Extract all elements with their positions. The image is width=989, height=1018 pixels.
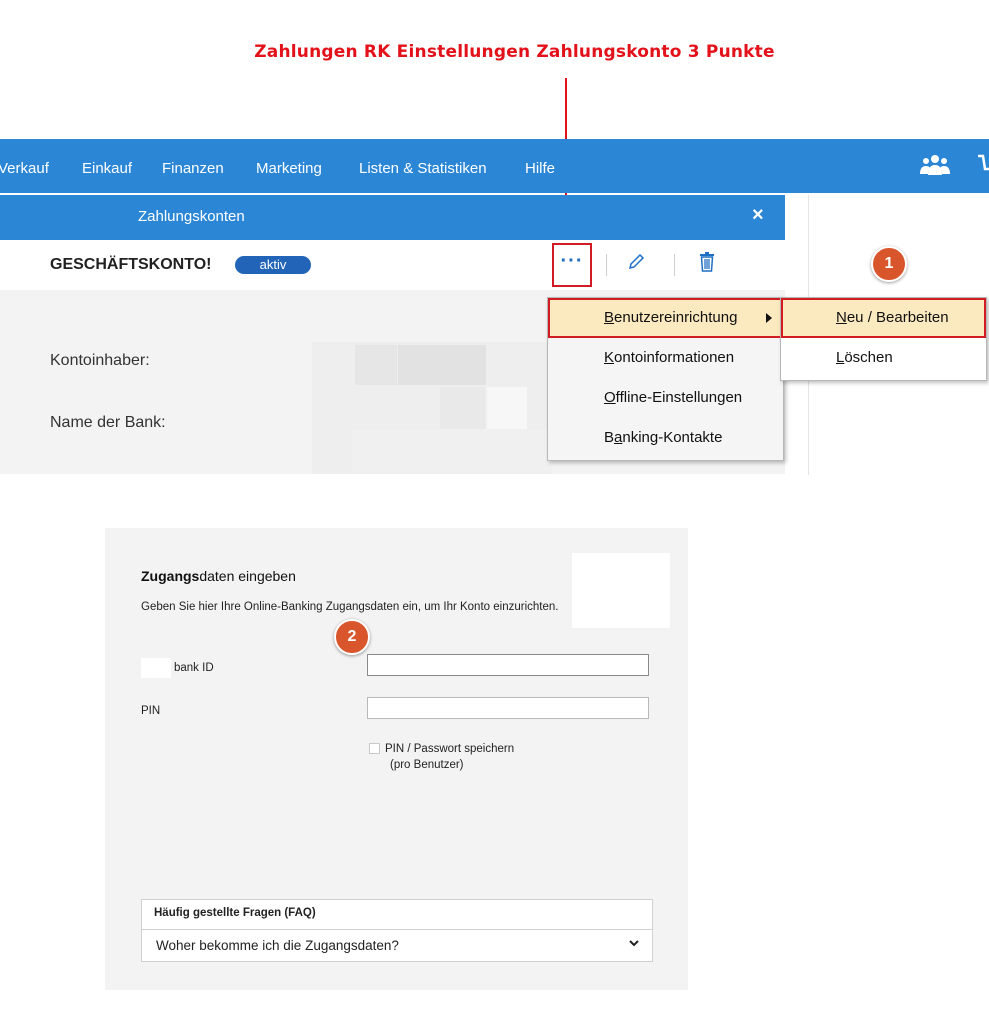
save-pin-label: PIN / Passwort speichern (pro Benutzer): [385, 743, 515, 771]
dialog-header: Zahlungskonten ×: [0, 195, 785, 240]
redacted-area: [141, 658, 171, 678]
pin-input[interactable]: [367, 697, 649, 719]
submenu-arrow-icon: [766, 313, 772, 323]
close-icon[interactable]: ×: [752, 204, 764, 227]
menu-item-offline-einstellungen[interactable]: Offline-Einstellungen: [548, 378, 783, 418]
faq-question[interactable]: Woher bekomme ich die Zugangsdaten?: [156, 938, 399, 953]
cart-icon[interactable]: [978, 153, 989, 177]
menu-item-benutzereinrichtung[interactable]: Benutzereinrichtung: [548, 298, 783, 338]
chevron-down-icon[interactable]: [628, 937, 640, 949]
login-panel: Zugangsdaten eingeben Geben Sie hier Ihr…: [105, 528, 688, 990]
nav-item-marketing[interactable]: Marketing: [256, 160, 322, 177]
step-2-badge: 2: [334, 619, 370, 655]
nav-item-einkauf[interactable]: Einkauf: [82, 160, 132, 177]
nav-item-finanzen[interactable]: Finanzen: [162, 160, 224, 177]
toolbar-divider: [674, 254, 675, 276]
login-header: Zugangsdaten eingeben: [141, 568, 296, 584]
redacted-area: [487, 387, 527, 429]
account-row: GESCHÄFTSKONTO! aktiv ···: [0, 240, 785, 290]
submenu-item-neu-bearbeiten[interactable]: Neu / Bearbeiten: [781, 298, 986, 338]
redacted-area: [352, 429, 552, 474]
owner-label: Kontoinhaber:: [50, 352, 150, 369]
faq-section: Häufig gestellte Fragen (FAQ) Woher beko…: [141, 899, 653, 962]
menu-item-banking-kontakte[interactable]: Banking-Kontakte: [548, 418, 783, 458]
save-pin-checkbox[interactable]: [369, 743, 380, 754]
redacted-area: [398, 345, 486, 385]
faq-title: Häufig gestellte Fragen (FAQ): [154, 907, 316, 919]
redacted-area: [355, 345, 397, 385]
nav-item-hilfe[interactable]: Hilfe: [525, 160, 555, 177]
faq-divider: [142, 929, 652, 930]
more-dots-icon: ···: [560, 250, 584, 272]
redacted-area: [440, 387, 485, 429]
people-icon[interactable]: [919, 154, 951, 176]
trash-icon[interactable]: [699, 252, 715, 272]
edit-pencil-icon[interactable]: [627, 253, 645, 271]
login-description: Geben Sie hier Ihre Online-Banking Zugan…: [141, 601, 559, 613]
annotation-title: Zahlungen RK Einstellungen Zahlungskonto…: [254, 42, 775, 62]
bank-id-label: bank ID: [174, 662, 214, 674]
logo-placeholder: [572, 553, 670, 628]
status-badge: aktiv: [235, 256, 311, 274]
nav-item-verkauf[interactable]: Verkauf: [0, 160, 49, 177]
submenu-item-loeschen[interactable]: Löschen: [781, 338, 986, 378]
top-navigation-bar: Verkauf Einkauf Finanzen Marketing Liste…: [0, 139, 989, 193]
more-options-button[interactable]: ···: [552, 243, 592, 287]
step-1-badge: 1: [871, 246, 907, 282]
context-menu: Benutzereinrichtung Kontoinformationen O…: [547, 297, 784, 461]
bank-id-input[interactable]: [367, 654, 649, 676]
pin-label: PIN: [141, 705, 161, 717]
bank-name-label: Name der Bank:: [50, 414, 166, 431]
dialog-title: Zahlungskonten: [138, 208, 245, 225]
submenu: Neu / Bearbeiten Löschen: [780, 297, 987, 381]
toolbar-divider: [606, 254, 607, 276]
nav-item-listen-statistiken[interactable]: Listen & Statistiken: [359, 160, 487, 177]
menu-item-kontoinformationen[interactable]: Kontoinformationen: [548, 338, 783, 378]
account-name: GESCHÄFTSKONTO!: [50, 256, 212, 273]
